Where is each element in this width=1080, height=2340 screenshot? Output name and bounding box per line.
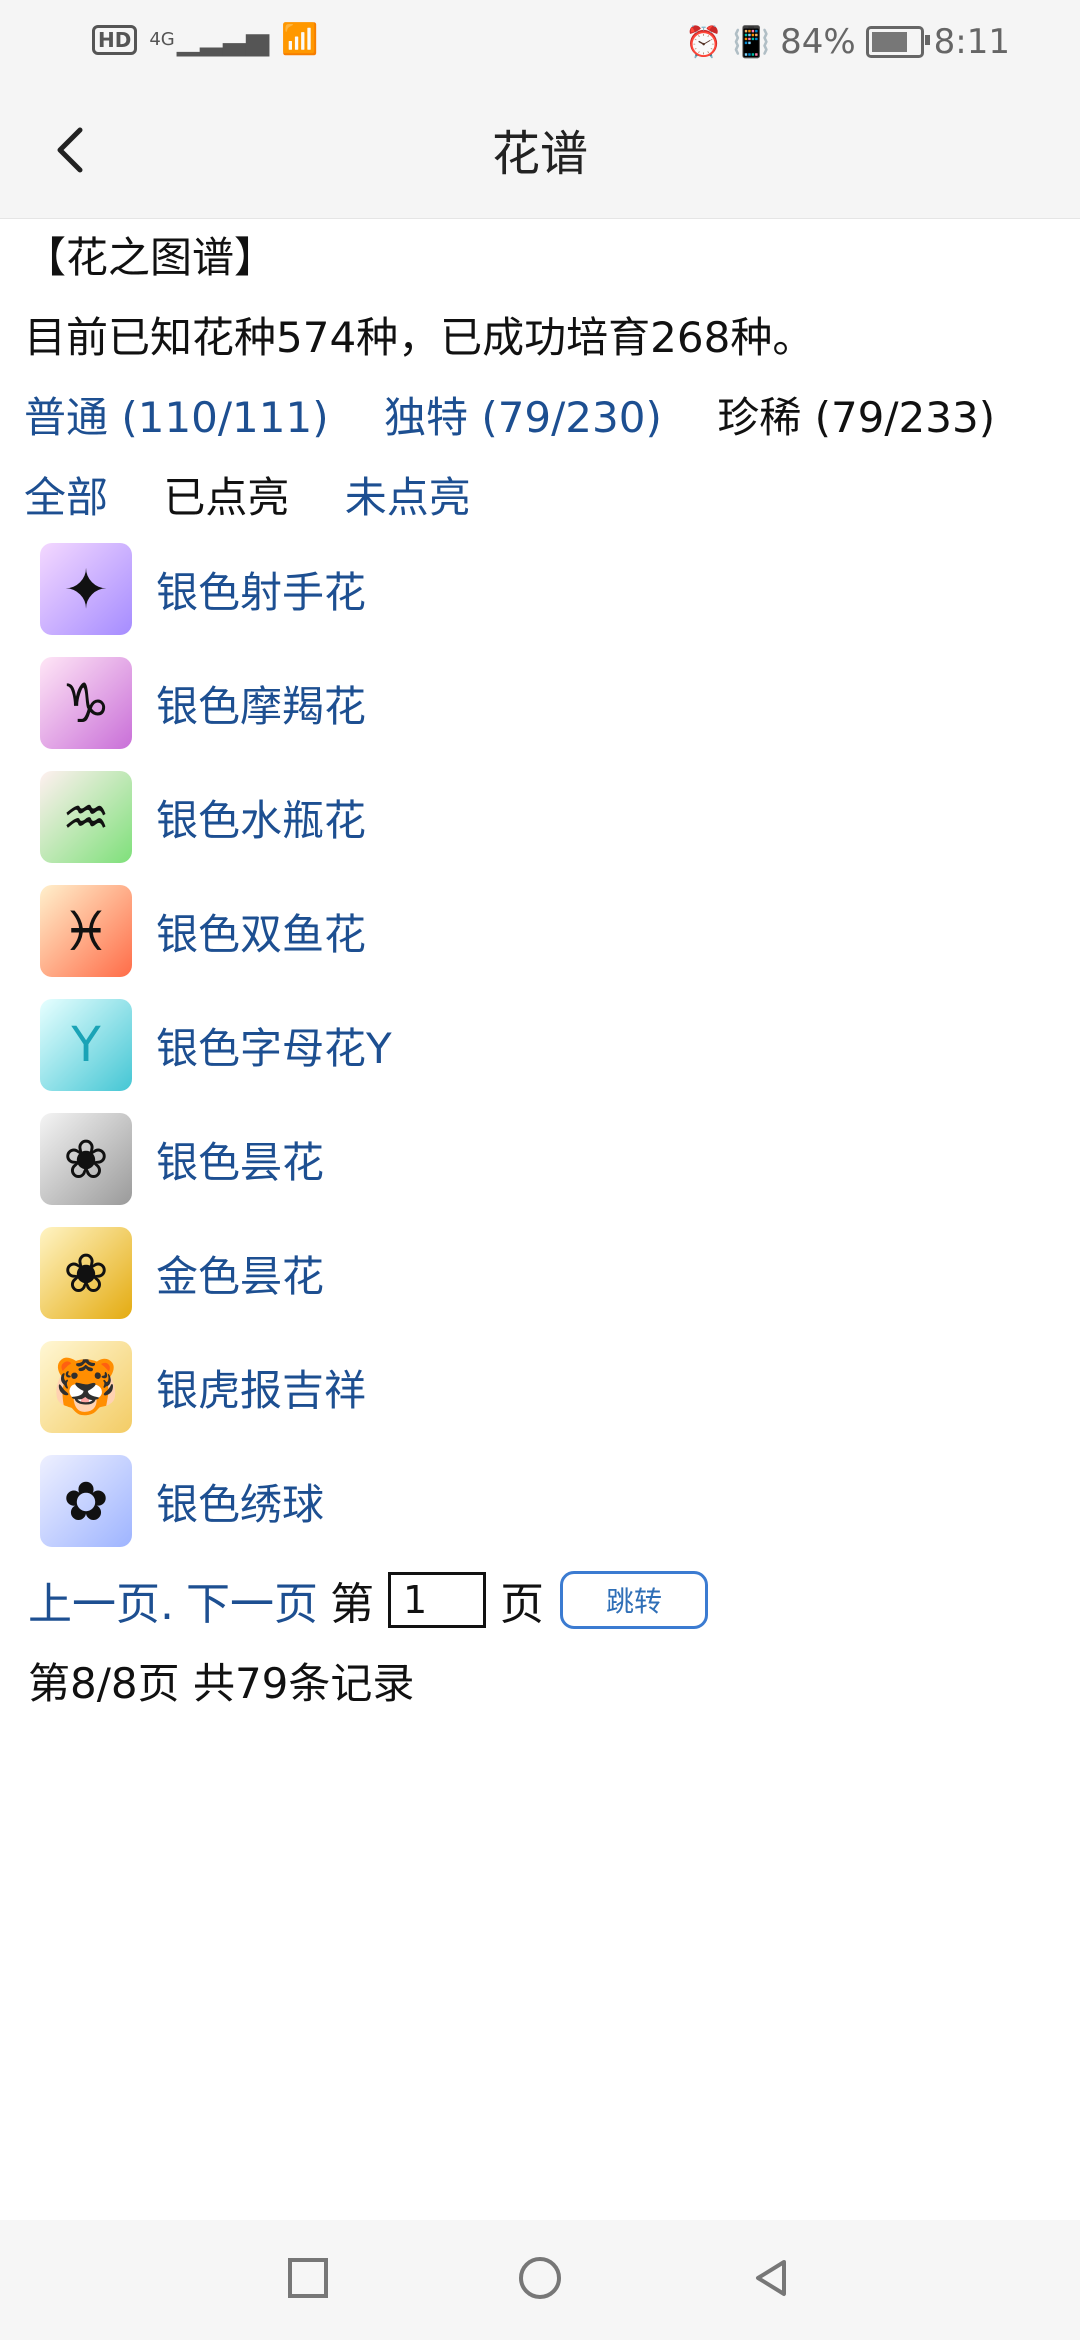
letter-y-flower-icon: Y <box>40 999 132 1091</box>
item-label[interactable]: 银虎报吉祥 <box>156 1357 366 1418</box>
battery-icon <box>865 26 930 58</box>
list-item[interactable]: ♒ 银色水瓶花 <box>40 760 940 874</box>
triangle-back-icon <box>756 2260 786 2296</box>
filter-unique[interactable]: 独特 (79/230) <box>384 393 662 442</box>
next-page-link[interactable]: 下一页 <box>186 1568 318 1632</box>
item-label[interactable]: 银色字母花Y <box>156 1015 392 1076</box>
flower-list: ✦ 银色射手花 ♑ 银色摩羯花 ♒ 银色水瓶花 ♓ 银色双鱼花 Y 银色字母花Y… <box>40 532 940 1558</box>
square-icon <box>288 2258 328 2298</box>
prev-page-link[interactable]: 上一页. <box>28 1568 174 1632</box>
pagination: 上一页. 下一页 第 1 页 跳转 <box>28 1568 708 1632</box>
sagittarius-flower-icon: ✦ <box>40 543 132 635</box>
jump-button[interactable]: 跳转 <box>560 1571 708 1629</box>
system-back-button[interactable] <box>748 2254 796 2302</box>
item-label[interactable]: 银色水瓶花 <box>156 787 366 848</box>
item-label[interactable]: 银色绣球 <box>156 1471 324 1532</box>
status-tabs: 全部 已点亮 未点亮 <box>24 458 1054 538</box>
filter-common[interactable]: 普通 (110/111) <box>24 393 329 442</box>
page-prefix: 第 <box>330 1579 374 1630</box>
rarity-filters: 普通 (110/111) 独特 (79/230) 珍稀 (79/233) <box>24 378 1054 458</box>
record-summary: 第8/8页 共79条记录 <box>28 1659 415 1708</box>
item-label[interactable]: 银色射手花 <box>156 559 366 620</box>
list-item[interactable]: ♓ 银色双鱼花 <box>40 874 940 988</box>
list-item[interactable]: Y 银色字母花Y <box>40 988 940 1102</box>
battery-percent: 84% <box>780 22 856 62</box>
hydrangea-icon: ✿ <box>40 1455 132 1547</box>
app-header: 花谱 <box>0 86 1080 219</box>
circle-icon <box>519 2257 561 2299</box>
page-title: 花谱 <box>491 126 588 182</box>
tiger-flower-icon: 🐯 <box>40 1341 132 1433</box>
wifi-icon: 📶 <box>281 22 319 57</box>
silver-epiphyllum-icon: ❀ <box>40 1113 132 1205</box>
list-item[interactable]: 🐯 银虎报吉祥 <box>40 1330 940 1444</box>
item-label[interactable]: 银色双鱼花 <box>156 901 366 962</box>
tab-unlit[interactable]: 未点亮 <box>345 473 471 522</box>
list-item[interactable]: ❀ 金色昙花 <box>40 1216 940 1330</box>
home-button[interactable] <box>516 2254 564 2302</box>
list-item[interactable]: ✿ 银色绣球 <box>40 1444 940 1558</box>
hd-icon: HD <box>92 24 138 55</box>
list-item[interactable]: ♑ 银色摩羯花 <box>40 646 940 760</box>
aquarius-flower-icon: ♒ <box>40 771 132 863</box>
tab-lit[interactable]: 已点亮 <box>163 473 289 522</box>
page-number-input[interactable]: 1 <box>388 1572 486 1628</box>
vibrate-icon: 📳 <box>732 24 771 60</box>
tab-all[interactable]: 全部 <box>24 473 108 522</box>
section-title: 【花之图谱】 <box>24 233 277 282</box>
item-label[interactable]: 银色昙花 <box>156 1129 324 1190</box>
network-type-label: 4G <box>149 29 175 50</box>
main-content: 【花之图谱】 目前已知花种574种，已成功培育268种。 普通 (110/111… <box>24 218 1054 538</box>
filter-rare[interactable]: 珍稀 (79/233) <box>717 393 995 442</box>
list-item[interactable]: ❀ 银色昙花 <box>40 1102 940 1216</box>
pisces-flower-icon: ♓ <box>40 885 132 977</box>
item-label[interactable]: 银色摩羯花 <box>156 673 366 734</box>
status-bar: HD 4G ▁▂▃▅ 📶 ⏰ 📳 84% 8:11 <box>0 0 1080 86</box>
gold-epiphyllum-icon: ❀ <box>40 1227 132 1319</box>
collection-summary: 目前已知花种574种，已成功培育268种。 <box>24 313 815 362</box>
clock: 8:11 <box>933 22 1010 62</box>
alarm-icon: ⏰ <box>685 24 723 60</box>
page-suffix: 页 <box>500 1579 544 1630</box>
recent-apps-button[interactable] <box>284 2254 332 2302</box>
capricorn-flower-icon: ♑ <box>40 657 132 749</box>
system-navigation-bar <box>0 2220 1080 2340</box>
item-label[interactable]: 金色昙花 <box>156 1243 324 1304</box>
list-item[interactable]: ✦ 银色射手花 <box>40 532 940 646</box>
cellular-signal-icon: 4G ▁▂▃▅ <box>149 22 270 57</box>
